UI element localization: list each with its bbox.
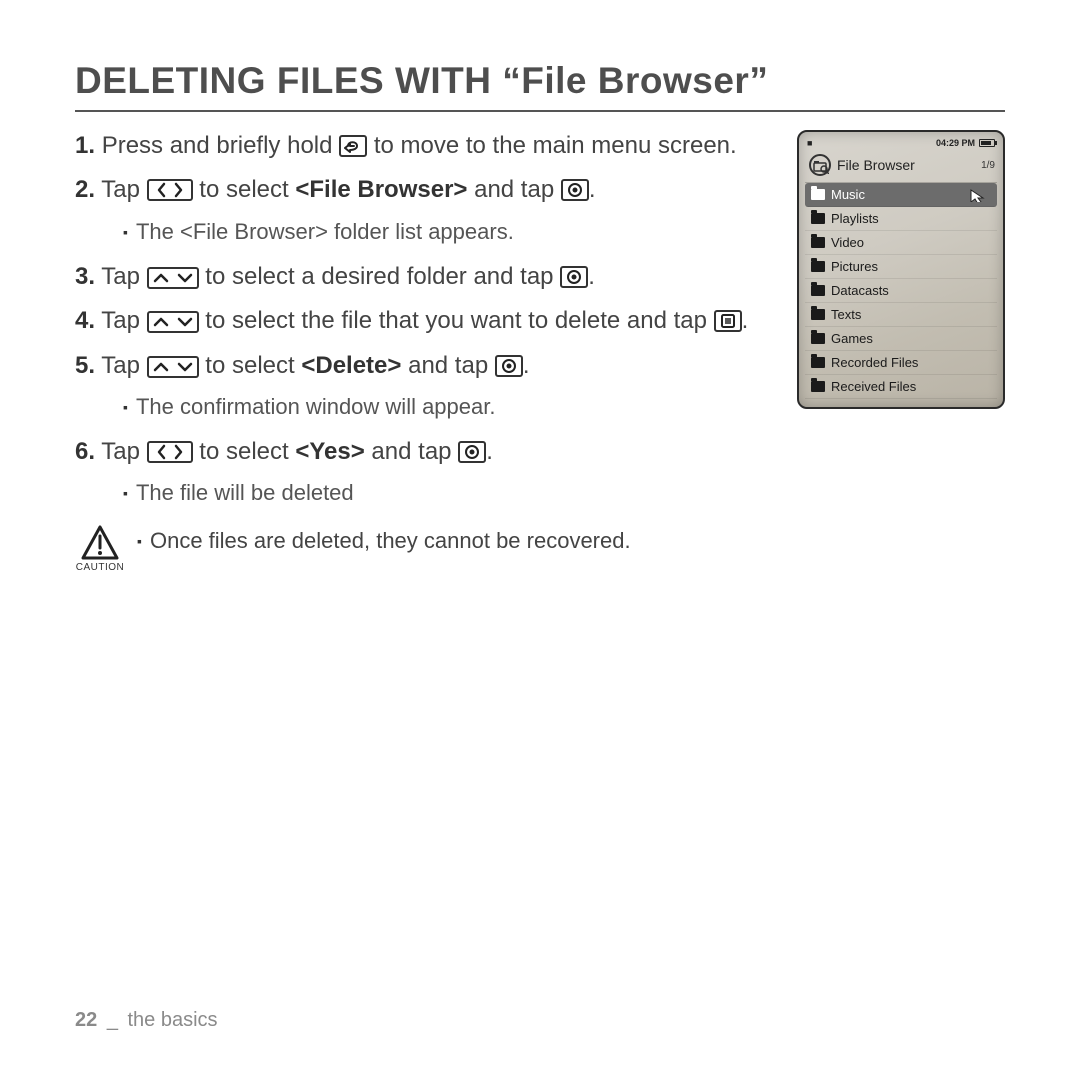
folder-icon [811, 309, 825, 320]
caution-icon [80, 524, 120, 560]
instructions-column: 1. Press and briefly hold to move to the… [75, 130, 797, 573]
step-4-text-c: . [742, 307, 749, 334]
device-list-item: Received Files [805, 375, 997, 399]
step-3-number: 3. [75, 263, 95, 290]
folder-icon [811, 381, 825, 392]
step-1-number: 1. [75, 132, 95, 159]
step-4-number: 4. [75, 307, 95, 334]
battery-icon [979, 139, 995, 147]
device-item-label: Video [831, 235, 864, 250]
device-title: File Browser [837, 157, 915, 173]
device-list-item: Playlists [805, 207, 997, 231]
step-6: 6. Tap to select <Yes> and tap . [75, 436, 781, 468]
step-4: 4. Tap to select the file that you want … [75, 305, 781, 337]
title-rule [75, 110, 1005, 112]
step-2-text-mid: to select [199, 176, 295, 203]
device-item-label: Received Files [831, 379, 916, 394]
step-5-text-c: and tap [401, 352, 494, 379]
folder-icon [811, 285, 825, 296]
folder-icon [811, 357, 825, 368]
select-button-icon [458, 441, 486, 463]
step-2-text-c: and tap [467, 176, 560, 203]
footer-section: the basics [128, 1009, 218, 1031]
caution-block: CAUTION Once files are deleted, they can… [75, 524, 781, 573]
device-list-item: Datacasts [805, 279, 997, 303]
folder-icon [811, 189, 825, 200]
select-button-icon [560, 266, 588, 288]
footer-separator: _ [107, 1009, 118, 1031]
device-list-item: Games [805, 327, 997, 351]
step-2-sub: The <File Browser> folder list appears. [123, 219, 781, 245]
step-5-number: 5. [75, 352, 95, 379]
select-button-icon [495, 355, 523, 377]
menu-button-icon [714, 310, 742, 332]
device-item-label: Pictures [831, 259, 878, 274]
step-2-bold: <File Browser> [295, 176, 467, 203]
step-5-text-a: Tap [101, 352, 146, 379]
left-right-icon [147, 441, 193, 463]
folder-icon [811, 333, 825, 344]
device-time: 04:29 PM [936, 138, 975, 148]
status-dot: ■ [807, 138, 812, 148]
device-counter: 1/9 [981, 160, 995, 171]
device-list-item: Recorded Files [805, 351, 997, 375]
device-item-label: Texts [831, 307, 861, 322]
step-3-text-b: to select a desired folder and tap [205, 263, 560, 290]
up-down-icon [147, 267, 199, 289]
device-item-label: Recorded Files [831, 355, 918, 370]
device-item-label: Games [831, 331, 873, 346]
device-list-item: Pictures [805, 255, 997, 279]
step-6-text-d: . [486, 438, 493, 465]
step-1-text-a: Press and briefly hold [102, 132, 339, 159]
select-button-icon [561, 179, 589, 201]
step-2-number: 2. [75, 176, 95, 203]
step-5-sub: The confirmation window will appear. [123, 394, 781, 420]
device-item-label: Playlists [831, 211, 879, 226]
caution-label: CAUTION [76, 562, 125, 573]
up-down-icon [147, 311, 199, 333]
device-item-label: Music [831, 187, 865, 202]
step-6-text-mid: to select [199, 438, 295, 465]
step-2: 2. Tap to select <File Browser> and tap … [75, 174, 781, 206]
step-5-text-mid: to select [205, 352, 301, 379]
device-folder-list: Music Playlists Video Pictures Datacasts Text… [805, 182, 997, 399]
step-4-text-a: Tap [101, 307, 146, 334]
step-5-bold: <Delete> [301, 352, 401, 379]
device-item-label: Datacasts [831, 283, 889, 298]
step-1: 1. Press and briefly hold to move to the… [75, 130, 781, 162]
footer-page-number: 22 [75, 1009, 97, 1031]
step-5: 5. Tap to select <Delete> and tap . [75, 350, 781, 382]
step-6-bold: <Yes> [295, 438, 364, 465]
device-list-item: Video [805, 231, 997, 255]
step-1-text-b: to move to the main menu screen. [374, 132, 737, 159]
page-title: DELETING FILES WITH “File Browser” [75, 60, 1005, 102]
device-list-item: Music [805, 183, 997, 207]
step-6-text-c: and tap [365, 438, 458, 465]
step-5-text-d: . [523, 352, 530, 379]
step-6-text-a: Tap [101, 438, 146, 465]
folder-icon [811, 213, 825, 224]
back-button-icon [339, 135, 367, 157]
step-2-text-a: Tap [101, 176, 146, 203]
step-6-sub: The file will be deleted [123, 480, 781, 506]
device-screenshot: ■ 04:29 PM File Browser 1/9 Music Playlis… [797, 130, 1005, 409]
device-list-item: Texts [805, 303, 997, 327]
step-3-text-a: Tap [101, 263, 146, 290]
folder-icon [811, 237, 825, 248]
folder-icon [811, 261, 825, 272]
page-footer: 22 _ the basics [75, 1009, 218, 1032]
step-2-text-d: . [589, 176, 596, 203]
up-down-icon [147, 356, 199, 378]
step-3-text-c: . [588, 263, 595, 290]
step-3: 3. Tap to select a desired folder and ta… [75, 261, 781, 293]
device-status-bar: ■ 04:29 PM [805, 138, 997, 150]
caution-text: Once files are deleted, they cannot be r… [137, 524, 631, 554]
cursor-pointer-icon [969, 188, 991, 202]
step-6-number: 6. [75, 438, 95, 465]
left-right-icon [147, 179, 193, 201]
file-browser-icon [809, 154, 831, 176]
step-4-text-b: to select the file that you want to dele… [205, 307, 713, 334]
